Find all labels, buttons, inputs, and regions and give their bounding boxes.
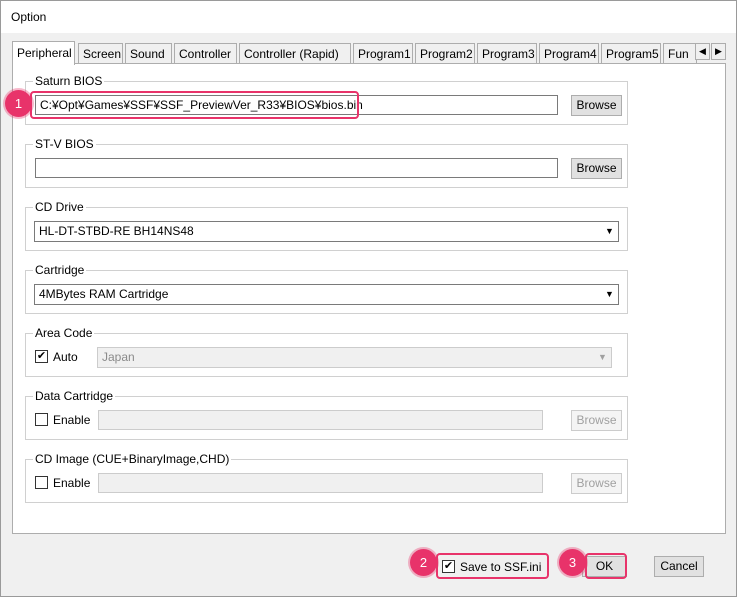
chevron-down-icon: ▼ [595,349,610,366]
cd-drive-select[interactable]: HL-DT-STBD-RE BH14NS48 ▼ [34,221,619,242]
annotation-badge-2: 2 [410,549,437,576]
tab-program5[interactable]: Program5 [601,43,661,64]
tab-label: Fun [668,47,689,61]
annotation-badge-1: 1 [5,90,32,117]
tab-controller[interactable]: Controller [174,43,237,64]
window-title: Option [11,10,47,24]
ok-button[interactable]: OK [582,556,627,577]
data-cartridge-browse-button[interactable]: Browse [571,410,622,431]
saturn-bios-label: Saturn BIOS [33,74,105,88]
data-cartridge-label: Data Cartridge [33,389,116,403]
area-code-auto-label: Auto [53,350,78,364]
annotation-badge-3: 3 [559,549,586,576]
tab-fun[interactable]: Fun [663,43,697,64]
area-code-value: Japan [102,350,135,364]
chevron-down-icon: ▼ [602,223,617,240]
tab-scroll-left-icon[interactable]: ◀ [695,43,710,60]
title-bar: Option [1,1,736,33]
save-to-ini-checkbox[interactable]: ✔ [442,560,455,573]
data-cartridge-path-input[interactable] [98,410,543,430]
cancel-button[interactable]: Cancel [654,556,704,577]
tab-controller-rapid[interactable]: Controller (Rapid) [239,43,351,64]
save-to-ini-label: Save to SSF.ini [460,560,542,574]
cartridge-select[interactable]: 4MBytes RAM Cartridge ▼ [34,284,619,305]
tab-label: Program5 [606,47,659,61]
tab-strip: Peripheral Screen Sound Controller Contr… [12,41,728,65]
cd-image-label: CD Image (CUE+BinaryImage,CHD) [33,452,232,466]
cartridge-label: Cartridge [33,263,87,277]
area-code-select[interactable]: Japan ▼ [97,347,612,368]
data-cartridge-enable-label: Enable [53,413,91,427]
stv-bios-path-input[interactable] [35,158,558,178]
saturn-bios-browse-button[interactable]: Browse [571,95,622,116]
cd-image-enable-label: Enable [53,476,91,490]
tab-screen[interactable]: Screen [78,43,123,64]
cartridge-value: 4MBytes RAM Cartridge [39,287,169,301]
tab-program1[interactable]: Program1 [353,43,413,64]
tab-program2[interactable]: Program2 [415,43,475,64]
tab-label: Controller [179,47,232,61]
tab-label: Program1 [358,47,411,61]
tab-sound[interactable]: Sound [125,43,172,64]
tab-peripheral[interactable]: Peripheral [12,41,75,65]
saturn-bios-path-input[interactable]: C:¥Opt¥Games¥SSF¥SSF_PreviewVer_R33¥BIOS… [35,95,558,115]
area-code-label: Area Code [33,326,95,340]
cd-image-path-input[interactable] [98,473,543,493]
tab-label: Sound [130,47,165,61]
tab-label: Program3 [482,47,535,61]
tab-scroll-right-icon[interactable]: ▶ [711,43,726,60]
cd-drive-value: HL-DT-STBD-RE BH14NS48 [39,224,194,238]
tab-program3[interactable]: Program3 [477,43,537,64]
tab-label: Controller (Rapid) [244,47,339,61]
chevron-down-icon: ▼ [602,286,617,303]
tab-label: Peripheral [17,46,72,60]
tab-label: Program4 [544,47,597,61]
cd-image-enable-checkbox[interactable] [35,476,48,489]
tab-label: Screen [83,47,122,61]
stv-bios-label: ST-V BIOS [33,137,96,151]
tab-program4[interactable]: Program4 [539,43,599,64]
cd-drive-label: CD Drive [33,200,86,214]
stv-bios-browse-button[interactable]: Browse [571,158,622,179]
tab-label: Program2 [420,47,473,61]
area-code-auto-checkbox[interactable]: ✔ [35,350,48,363]
cd-image-browse-button[interactable]: Browse [571,473,622,494]
data-cartridge-enable-checkbox[interactable] [35,413,48,426]
